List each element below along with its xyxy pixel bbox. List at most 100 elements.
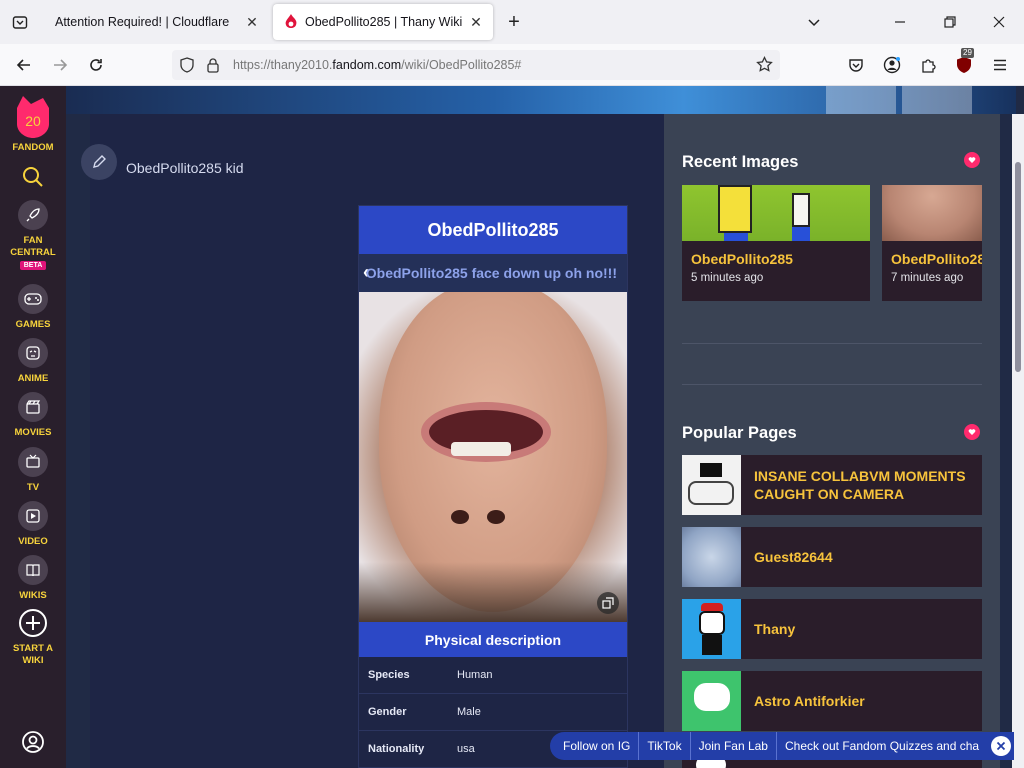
close-promo-button[interactable] bbox=[991, 736, 1011, 756]
tiktok-link[interactable]: TikTok bbox=[639, 732, 691, 760]
back-button[interactable] bbox=[11, 52, 37, 78]
recent-image-thumbnail[interactable] bbox=[882, 185, 982, 241]
popular-page-title[interactable]: Astro Antiforkier bbox=[754, 692, 969, 710]
rail-item-games[interactable]: GAMES bbox=[0, 284, 66, 331]
quizzes-link[interactable]: Check out Fandom Quizzes and cha bbox=[777, 732, 987, 760]
user-account-button[interactable] bbox=[0, 730, 66, 754]
social-promo-bar: Follow on IG TikTok Join Fan Lab Check o… bbox=[550, 732, 1014, 760]
infobox-image-tabs[interactable]: ‹ ObedPollito285 face down up oh no!!! bbox=[359, 254, 627, 292]
infobox-row-value: Human bbox=[457, 669, 493, 681]
follow-ig-link[interactable]: Follow on IG bbox=[550, 732, 640, 760]
popular-page-item[interactable]: Astro Antiforkier bbox=[682, 671, 982, 731]
rail-item-fan-central[interactable]: FAN CENTRAL BETA bbox=[0, 200, 66, 270]
popular-page-item[interactable]: Guest82644 bbox=[682, 527, 982, 587]
rail-label: START A WIKI bbox=[12, 643, 54, 666]
recent-image-thumbnail[interactable] bbox=[682, 185, 870, 241]
infobox-row-key: Gender bbox=[368, 706, 407, 718]
browser-nav-bar: https://thany2010.fandom.com/wiki/ObedPo… bbox=[0, 44, 1024, 86]
search-icon bbox=[23, 167, 43, 187]
rail-item-movies[interactable]: MOVIES bbox=[0, 392, 66, 439]
header-background-image bbox=[66, 86, 1016, 114]
tab-overflow-chevron-icon[interactable] bbox=[800, 8, 828, 36]
restore-button[interactable] bbox=[936, 8, 964, 36]
popular-pages-title: Popular Pages bbox=[682, 424, 797, 442]
popular-page-title[interactable]: Thany bbox=[754, 620, 969, 638]
fandom-home-link[interactable]: 20 FANDOM bbox=[0, 94, 66, 154]
app-menu-button[interactable] bbox=[987, 52, 1013, 78]
popular-page-thumbnail[interactable] bbox=[682, 671, 741, 731]
popular-page-thumbnail[interactable] bbox=[682, 599, 741, 659]
join-fan-lab-link[interactable]: Join Fan Lab bbox=[691, 732, 777, 760]
popular-page-title[interactable]: INSANE COLLABVM MOMENTS CAUGHT ON CAMERA bbox=[754, 467, 969, 503]
recent-images-title: Recent Images bbox=[682, 153, 799, 171]
rail-item-anime[interactable]: ANIME bbox=[0, 338, 66, 385]
tab-obedpollito[interactable]: ObedPollito285 | Thany Wiki | F ✕ bbox=[273, 4, 493, 40]
popular-page-thumbnail[interactable] bbox=[682, 455, 741, 515]
puzzle-icon bbox=[922, 59, 936, 73]
clapperboard-icon bbox=[18, 392, 48, 422]
recent-image-name[interactable]: ObedPollito285 bbox=[691, 251, 793, 267]
rail-label: VIDEO bbox=[18, 536, 48, 547]
bookmark-star-icon[interactable] bbox=[756, 55, 773, 78]
infobox-tab-label[interactable]: ObedPollito285 face down up oh no!!! bbox=[366, 265, 617, 281]
ublock-extension-button[interactable]: 29 bbox=[951, 48, 977, 78]
popular-page-item[interactable]: INSANE COLLABVM MOMENTS CAUGHT ON CAMERA bbox=[682, 455, 982, 515]
tv-icon bbox=[18, 447, 48, 477]
account-icon bbox=[883, 56, 901, 74]
forward-button[interactable] bbox=[47, 52, 73, 78]
divider bbox=[682, 343, 982, 344]
infobox-row-value: usa bbox=[457, 743, 475, 755]
account-button[interactable] bbox=[879, 52, 905, 78]
rocket-icon bbox=[18, 200, 48, 230]
close-window-button[interactable] bbox=[985, 8, 1013, 36]
tab-title: Attention Required! | Cloudflare bbox=[55, 15, 230, 29]
recent-image-card[interactable]: ObedPollito285 7 minutes ago bbox=[882, 185, 982, 301]
user-avatar-icon bbox=[22, 731, 44, 753]
tracking-shield-icon[interactable] bbox=[179, 57, 195, 78]
close-icon bbox=[996, 741, 1006, 751]
pocket-button[interactable] bbox=[843, 52, 869, 78]
infobox-image[interactable] bbox=[359, 292, 627, 622]
close-icon[interactable]: ✕ bbox=[241, 11, 263, 33]
recent-image-name[interactable]: ObedPollito285 bbox=[891, 251, 982, 267]
rail-item-tv[interactable]: TV bbox=[0, 447, 66, 494]
reload-icon bbox=[90, 59, 102, 71]
recent-image-card[interactable]: ObedPollito285 5 minutes ago bbox=[682, 185, 870, 301]
new-tab-button[interactable]: + bbox=[502, 10, 526, 34]
url-bar[interactable]: https://thany2010.fandom.com/wiki/ObedPo… bbox=[172, 50, 780, 80]
anime-face-icon bbox=[18, 338, 48, 368]
extension-badge: 29 bbox=[961, 48, 974, 58]
tab-list-button[interactable] bbox=[0, 0, 40, 44]
minimize-button[interactable] bbox=[886, 8, 914, 36]
infobox-row-key: Species bbox=[368, 669, 410, 681]
rail-item-wikis[interactable]: WIKIS bbox=[0, 555, 66, 602]
infobox: ObedPollito285 ‹ ObedPollito285 face dow… bbox=[358, 205, 628, 768]
popular-page-title[interactable]: Guest82644 bbox=[754, 548, 969, 566]
plus-circle-icon bbox=[19, 609, 47, 637]
rail-item-start-a-wiki[interactable]: START A WIKI bbox=[0, 608, 66, 667]
url-text: https://thany2010.fandom.com/wiki/ObedPo… bbox=[233, 58, 522, 72]
tab-cloudflare[interactable]: Attention Required! | Cloudflare ✕ bbox=[44, 4, 269, 40]
play-icon bbox=[18, 501, 48, 531]
ublock-shield-icon bbox=[957, 57, 971, 73]
tab-title: ObedPollito285 | Thany Wiki | F bbox=[305, 15, 465, 29]
rail-label: ANIME bbox=[17, 373, 49, 384]
rail-label: FANDOM bbox=[12, 142, 54, 153]
rail-item-video[interactable]: VIDEO bbox=[0, 501, 66, 548]
rail-label: MOVIES bbox=[14, 427, 52, 438]
reload-button[interactable] bbox=[83, 52, 109, 78]
rail-label: FAN CENTRAL bbox=[10, 235, 56, 258]
fandom-favicon-icon bbox=[283, 14, 299, 30]
browser-tab-bar: Attention Required! | Cloudflare ✕ ObedP… bbox=[0, 0, 1024, 44]
expand-image-icon[interactable] bbox=[597, 592, 619, 614]
close-icon[interactable]: ✕ bbox=[465, 11, 487, 33]
extensions-button[interactable] bbox=[915, 52, 941, 78]
book-icon bbox=[18, 555, 48, 585]
popular-page-thumbnail[interactable] bbox=[682, 527, 741, 587]
popular-page-item[interactable]: Thany bbox=[682, 599, 982, 659]
scrollbar-thumb[interactable] bbox=[1015, 162, 1021, 372]
search-button[interactable] bbox=[0, 166, 66, 188]
edit-button[interactable] bbox=[81, 144, 117, 180]
fandom-heart-icon bbox=[964, 152, 980, 168]
lock-icon[interactable] bbox=[206, 57, 220, 78]
